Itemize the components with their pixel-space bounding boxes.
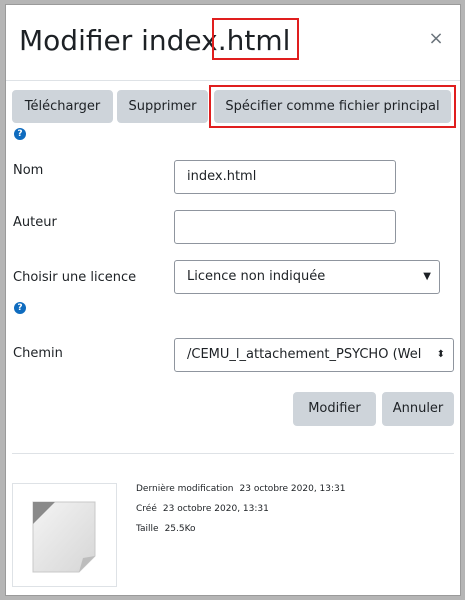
license-select[interactable]: Licence non indiquée ▼ <box>174 260 440 294</box>
help-icon-license[interactable]: ? <box>14 302 26 314</box>
license-selected-value: Licence non indiquée <box>187 269 326 284</box>
path-label: Chemin <box>13 346 63 361</box>
path-selected-value: /CEMU_l_attachement_PSYCHO (Wel <box>187 347 422 362</box>
size-value: 25.5Ko <box>164 524 196 534</box>
chevron-down-icon: ▼ <box>423 271 431 282</box>
license-label: Choisir une licence <box>13 270 137 285</box>
divider <box>12 453 454 454</box>
created-label: Créé <box>136 504 157 514</box>
name-field[interactable]: index.html <box>174 160 396 194</box>
size-label: Taille <box>136 524 159 534</box>
created-value: 23 octobre 2020, 13:31 <box>162 504 269 514</box>
modified-info: Dernière modification 23 octobre 2020, 13… <box>136 484 346 494</box>
close-icon[interactable]: × <box>426 27 446 51</box>
delete-button[interactable]: Supprimer <box>117 90 208 123</box>
title-extension: .html <box>217 24 291 57</box>
edit-file-dialog: Modifier index.html × Télécharger Suppri… <box>5 4 461 596</box>
help-icon[interactable]: ? <box>14 128 26 140</box>
size-info: Taille 25.5Ko <box>136 524 196 534</box>
dialog-header: Modifier index.html × <box>6 5 460 81</box>
download-button[interactable]: Télécharger <box>12 90 113 123</box>
file-thumbnail <box>12 483 117 587</box>
cancel-button[interactable]: Annuler <box>382 392 454 426</box>
dialog-title: Modifier index.html <box>19 19 290 63</box>
set-main-file-button[interactable]: Spécifier comme fichier principal <box>214 90 451 123</box>
update-button[interactable]: Modifier <box>293 392 376 426</box>
created-info: Créé 23 octobre 2020, 13:31 <box>136 504 269 514</box>
author-label: Auteur <box>13 215 57 230</box>
updown-arrows-icon: ⬍ <box>436 349 445 360</box>
author-field[interactable] <box>174 210 396 244</box>
title-main: Modifier index <box>19 24 218 57</box>
file-icon <box>32 501 96 573</box>
modified-value: 23 octobre 2020, 13:31 <box>239 484 346 494</box>
modified-label: Dernière modification <box>136 484 234 494</box>
name-label: Nom <box>13 163 44 178</box>
path-select[interactable]: /CEMU_l_attachement_PSYCHO (Wel ⬍ <box>174 338 454 372</box>
